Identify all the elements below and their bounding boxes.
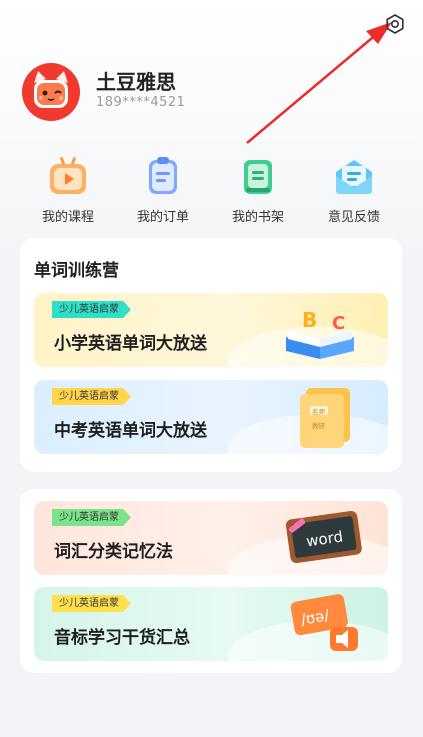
category-tag: 少儿英语启蒙 <box>52 595 131 612</box>
category-tag: 少儿英语启蒙 <box>52 301 131 318</box>
book-icon <box>236 154 280 198</box>
my-orders-button[interactable]: 我的订单 <box>118 148 208 225</box>
banner-title: 小学英语单词大放送 <box>54 334 207 354</box>
folder-icon: 名师 教研 <box>300 388 350 448</box>
action-label: 我的书架 <box>231 210 284 225</box>
order-clipboard-icon <box>141 154 185 198</box>
tips-card: 少儿英语启蒙 词汇分类记忆法 word 少儿英语启蒙 音标学习干货汇总 /ʊə/ <box>20 489 402 673</box>
user-name: 土豆雅思 <box>96 70 176 94</box>
feedback-button[interactable]: 意见反馈 <box>309 148 399 225</box>
category-tag: 少儿英语启蒙 <box>52 388 131 405</box>
chalkboard-icon: word <box>285 510 362 564</box>
banner-title: 词汇分类记忆法 <box>54 542 173 562</box>
mascot-avatar-icon <box>34 71 68 108</box>
banner-title: 中考英语单词大放送 <box>54 421 207 441</box>
user-phone: 189****4521 <box>96 95 186 110</box>
category-tag: 少儿英语启蒙 <box>52 509 131 526</box>
gear-icon <box>386 14 404 34</box>
quick-actions: 我的课程 我的订单 我的书架 意见反馈 <box>0 148 423 228</box>
vocab-memory-banner[interactable]: 少儿英语启蒙 词汇分类记忆法 word <box>34 501 388 575</box>
word-camp-card: 单词训练营 少儿英语启蒙 小学英语单词大放送 B C 少儿英语启蒙 中考英语单词… <box>20 238 402 472</box>
abc-book-icon: B C <box>286 308 354 359</box>
svg-text:教研: 教研 <box>312 421 326 430</box>
my-courses-button[interactable]: 我的课程 <box>23 148 113 225</box>
action-label: 意见反馈 <box>327 210 380 225</box>
svg-text:B: B <box>302 308 317 332</box>
svg-text:C: C <box>332 313 345 334</box>
action-label: 我的订单 <box>136 210 189 225</box>
section-title: 单词训练营 <box>34 261 119 281</box>
settings-button[interactable] <box>384 13 406 35</box>
phonetic-speaker-icon: /ʊə/ <box>290 594 358 651</box>
avatar[interactable] <box>22 63 80 121</box>
svg-text:名师: 名师 <box>312 407 326 416</box>
my-bookshelf-button[interactable]: 我的书架 <box>213 148 303 225</box>
action-label: 我的课程 <box>41 210 94 225</box>
primary-words-banner[interactable]: 少儿英语启蒙 小学英语单词大放送 B C <box>34 293 388 367</box>
phonetics-banner[interactable]: 少儿英语启蒙 音标学习干货汇总 /ʊə/ <box>34 587 388 661</box>
video-icon <box>46 154 90 198</box>
midterm-words-banner[interactable]: 少儿英语启蒙 中考英语单词大放送 名师 教研 <box>34 380 388 454</box>
banner-title: 音标学习干货汇总 <box>54 628 190 648</box>
feedback-envelope-icon <box>332 154 376 198</box>
